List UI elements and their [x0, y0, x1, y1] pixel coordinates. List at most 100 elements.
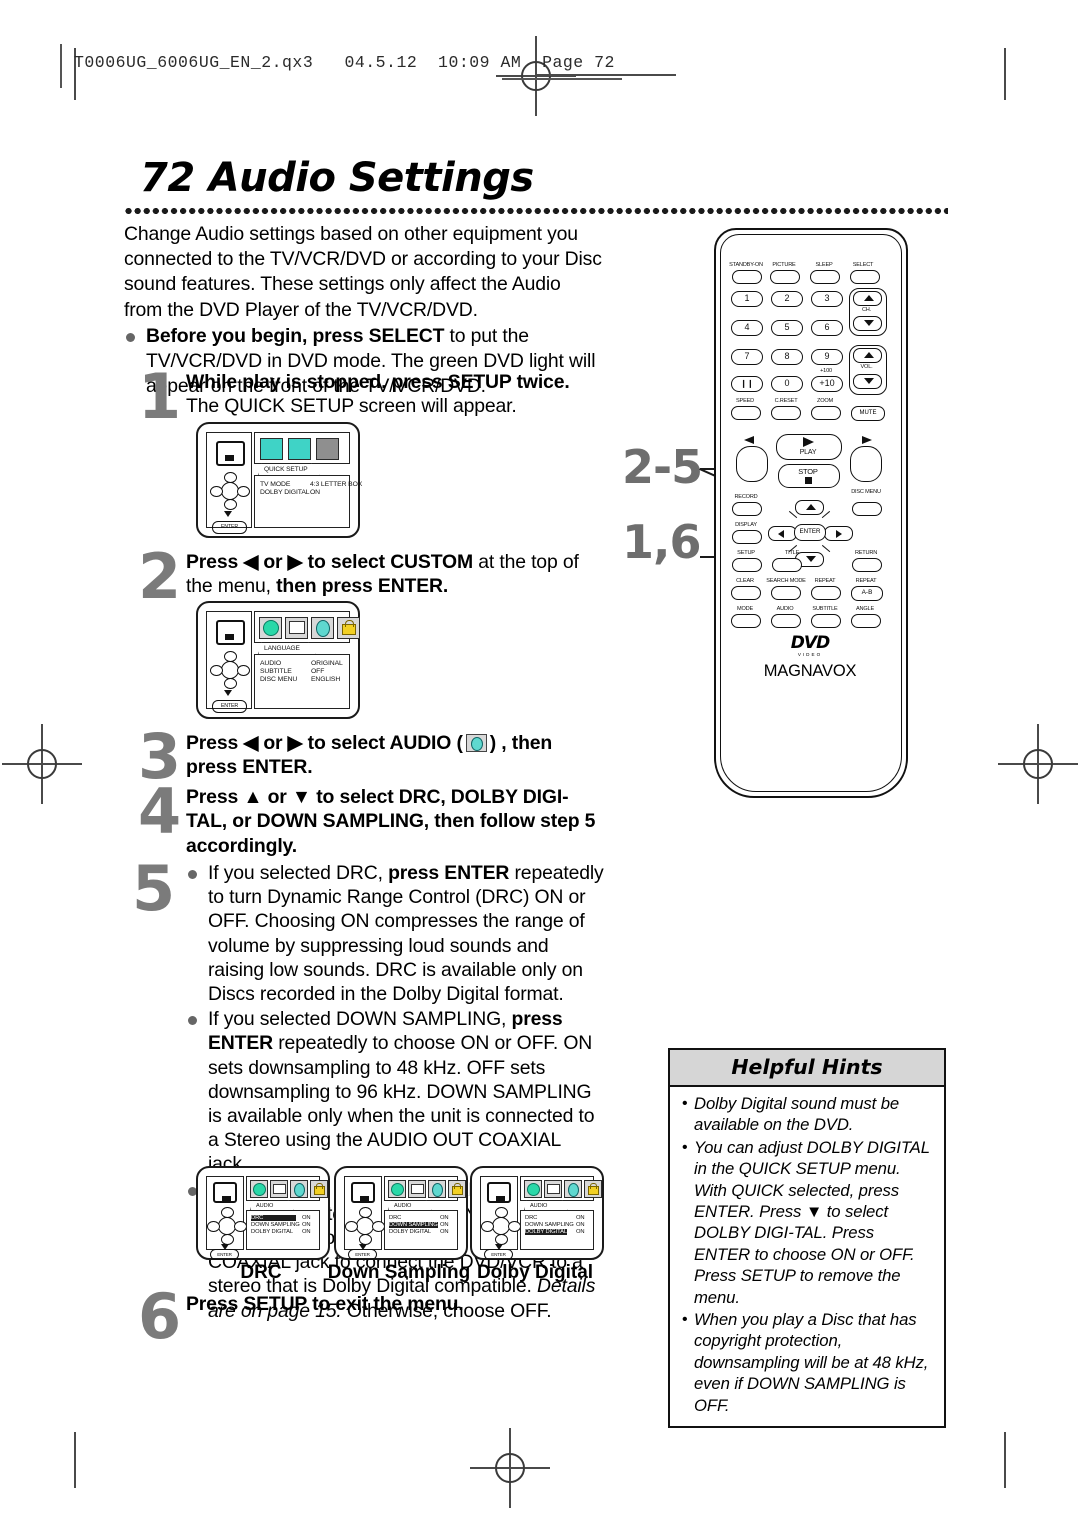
clear-button[interactable]	[731, 586, 761, 600]
subtitle-label: SUBTITLE	[812, 606, 838, 612]
number-button-1[interactable]: 1	[731, 291, 763, 307]
audio-icon[interactable]	[564, 1180, 582, 1198]
select-label: SELECT	[852, 262, 874, 268]
quick-setup-tab-icon-1[interactable]	[260, 437, 283, 460]
lock-icon[interactable]	[448, 1180, 466, 1198]
monitor-icon[interactable]	[544, 1180, 562, 1198]
dpad-left-button[interactable]	[768, 526, 797, 541]
disc-menu-button[interactable]	[852, 502, 882, 516]
search-mode-button[interactable]	[771, 586, 801, 600]
sleep-button[interactable]	[810, 270, 840, 284]
osd-row-label[interactable]: DRC	[389, 1215, 401, 1221]
bullet-dot-icon	[188, 1016, 197, 1026]
step-6-text: Press SETUP to exit the menu.	[186, 1292, 604, 1316]
standby-on-label: STANDBY-ON	[729, 262, 763, 268]
volume-up-button[interactable]	[853, 348, 882, 363]
dpad-up-button[interactable]	[795, 500, 824, 515]
monitor-icon[interactable]	[408, 1180, 426, 1198]
rewind-button[interactable]	[736, 446, 768, 482]
hint-text: Dolby Digital sound must be available on…	[694, 1094, 900, 1135]
step-3-bold: Press ◀ or ▶ to select AUDIO (	[186, 732, 463, 754]
select-button[interactable]	[850, 270, 880, 284]
osd-row-value: ON	[440, 1229, 449, 1235]
repeat-button[interactable]	[811, 586, 841, 600]
lock-icon[interactable]	[310, 1180, 328, 1198]
globe-icon[interactable]	[259, 616, 282, 639]
zoom-button[interactable]	[811, 406, 841, 420]
osd-audio-dolby: ENTER AUDIO DRC ON DOWN SAMPLING ON DOLB…	[470, 1166, 604, 1260]
lock-icon[interactable]	[337, 616, 360, 639]
number-button-8[interactable]: 8	[771, 349, 803, 365]
subtitle-button[interactable]	[811, 614, 841, 628]
quick-setup-tab-icon-2[interactable]	[288, 437, 311, 460]
osd-row-label-selected[interactable]: DOLBY DIGITAL	[525, 1229, 567, 1235]
helpful-hints-title: Helpful Hints	[670, 1050, 944, 1087]
play-button[interactable]	[776, 434, 842, 460]
globe-icon[interactable]	[388, 1180, 406, 1198]
picture-button[interactable]	[770, 270, 800, 284]
tv-icon	[487, 1182, 511, 1203]
bullet-dot-icon: •	[682, 1311, 688, 1329]
number-button-0[interactable]: 0	[771, 376, 803, 392]
globe-icon[interactable]	[250, 1180, 268, 1198]
play-label: PLAY	[799, 449, 817, 456]
monitor-icon[interactable]	[270, 1180, 288, 1198]
speed-label: SPEED	[736, 398, 754, 404]
osd-row-label-selected[interactable]: DOWN SAMPLING	[389, 1222, 438, 1228]
osd-row-label[interactable]: DOLBY DIGITAL	[251, 1229, 293, 1235]
globe-icon[interactable]	[524, 1180, 542, 1198]
ch-label: CH.	[861, 307, 872, 313]
osd-audio-downsampling: ENTER AUDIO DRC ON DOWN SAMPLING ON DOLB…	[334, 1166, 468, 1260]
dpad-right-button[interactable]	[824, 526, 853, 541]
record-button[interactable]	[732, 502, 762, 516]
return-button[interactable]	[852, 558, 882, 572]
lock-icon[interactable]	[584, 1180, 602, 1198]
osd-row-value: ORIGINAL	[311, 660, 343, 667]
osd-row-label[interactable]: DRC	[525, 1215, 537, 1221]
step-5-b1-pre: If you selected DRC,	[208, 862, 389, 884]
osd-row-value: OFF	[311, 668, 325, 675]
title-button[interactable]	[772, 558, 802, 572]
osd-row-label-selected[interactable]: DRC	[251, 1215, 296, 1221]
dpad-icon	[210, 651, 250, 689]
audio-button[interactable]	[771, 614, 801, 628]
pause-button[interactable]: ❙❙	[731, 376, 763, 392]
record-label: RECORD	[734, 494, 758, 500]
osd-row-label[interactable]: DOWN SAMPLING	[525, 1222, 574, 1228]
audio-icon[interactable]	[311, 616, 334, 639]
creset-button[interactable]	[771, 406, 801, 420]
number-button-4[interactable]: 4	[731, 320, 763, 336]
osd-row-label: SUBTITLE	[260, 668, 292, 675]
angle-button[interactable]	[851, 614, 881, 628]
number-button-9[interactable]: 9	[811, 349, 843, 365]
quick-setup-tab-icon-3[interactable]	[316, 437, 339, 460]
fast-forward-button[interactable]	[850, 446, 882, 482]
mode-button[interactable]	[731, 614, 761, 628]
osd-menu-box: TV MODE 4:3 LETTER BOX DOLBY DIGITAL ON	[254, 475, 362, 528]
step-2-number: 2	[138, 540, 182, 613]
osd-enter-button: ENTER	[210, 1249, 239, 1260]
speed-button[interactable]	[731, 406, 761, 420]
mute-button[interactable]: MUTE	[851, 406, 885, 421]
osd-row-label[interactable]: DOLBY DIGITAL	[389, 1229, 431, 1235]
standby-on-button[interactable]	[732, 270, 762, 284]
display-button[interactable]	[732, 530, 762, 544]
channel-up-button[interactable]	[853, 291, 882, 306]
registration-mark-left	[2, 724, 82, 804]
osd-row-label[interactable]: DOWN SAMPLING	[251, 1222, 300, 1228]
number-button-7[interactable]: 7	[731, 349, 763, 365]
monitor-icon[interactable]	[285, 616, 308, 639]
number-button-2[interactable]: 2	[771, 291, 803, 307]
number-button-5[interactable]: 5	[771, 320, 803, 336]
channel-down-button[interactable]	[853, 316, 882, 331]
audio-icon[interactable]	[290, 1180, 308, 1198]
number-button-6[interactable]: 6	[811, 320, 843, 336]
hint-text: When you play a Disc that has copyright …	[694, 1310, 929, 1415]
repeat-ab-button[interactable]: A-B	[851, 586, 883, 601]
number-button-3[interactable]: 3	[811, 291, 843, 307]
setup-button[interactable]	[732, 558, 762, 572]
volume-down-button[interactable]	[853, 374, 882, 389]
enter-button[interactable]: ENTER	[794, 524, 826, 541]
plus10-button[interactable]: +10	[811, 376, 843, 392]
audio-icon[interactable]	[428, 1180, 446, 1198]
